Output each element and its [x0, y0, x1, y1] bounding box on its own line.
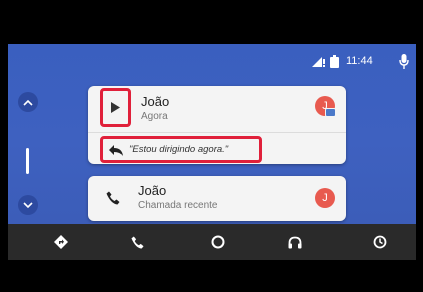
nav-home-button[interactable] — [206, 224, 230, 260]
home-icon — [211, 235, 225, 249]
scroll-bar[interactable] — [26, 148, 29, 174]
bottom-nav-bar — [8, 224, 416, 260]
avatar: J — [315, 188, 335, 208]
headphones-icon — [288, 236, 302, 248]
message-time: Agora — [141, 111, 168, 122]
play-icon — [111, 102, 120, 113]
recent-call-card[interactable]: João Chamada recente J — [88, 176, 346, 221]
chevron-down-icon — [23, 201, 33, 208]
signal-icon — [312, 57, 325, 67]
recent-icon — [373, 235, 387, 249]
contact-name: João — [141, 94, 170, 109]
maps-icon — [54, 235, 68, 249]
message-header[interactable]: João Agora J — [88, 86, 346, 132]
call-status: Chamada recente — [138, 200, 218, 211]
battery-icon — [330, 55, 339, 68]
scroll-up-button[interactable] — [18, 92, 38, 112]
reply-icon — [109, 145, 123, 156]
contact-name: João — [138, 183, 167, 198]
message-badge-icon — [325, 108, 336, 117]
scroll-down-button[interactable] — [18, 195, 38, 215]
android-auto-screen: 11:44 João Agora J "Estou dirigindo agor… — [8, 44, 416, 260]
reply-button[interactable]: "Estou dirigindo agora." — [100, 136, 262, 163]
clock: 11:44 — [346, 55, 373, 67]
phone-icon — [130, 235, 144, 249]
nav-recent-button[interactable] — [368, 224, 392, 260]
status-bar: 11:44 — [8, 44, 416, 80]
divider — [88, 132, 346, 133]
auto-reply-text: "Estou dirigindo agora." — [129, 144, 229, 155]
nav-phone-button[interactable] — [125, 224, 149, 260]
nav-maps-button[interactable] — [49, 224, 73, 260]
nav-audio-button[interactable] — [283, 224, 307, 260]
phone-icon[interactable] — [106, 191, 120, 205]
chevron-up-icon — [23, 99, 33, 106]
message-notification-card[interactable]: João Agora J "Estou dirigindo agora." — [88, 86, 346, 164]
play-message-button[interactable] — [100, 88, 131, 127]
mic-icon[interactable] — [399, 54, 409, 69]
avatar-initial: J — [322, 192, 328, 204]
